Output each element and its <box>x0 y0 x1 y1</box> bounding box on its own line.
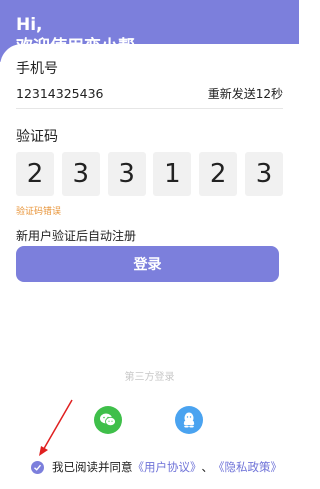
greeting-text: Hi, <box>16 15 43 35</box>
red-pointer-arrow-icon <box>39 399 73 456</box>
login-button[interactable]: 登录 <box>16 246 279 282</box>
code-digit-box[interactable]: 2 <box>199 152 238 196</box>
third-party-login-label: 第三方登录 <box>124 372 175 383</box>
qq-login-button[interactable] <box>175 406 203 434</box>
code-error-text: 验证码错误 <box>16 207 62 217</box>
resend-code-button[interactable]: 重新发送12秒 <box>208 86 283 102</box>
code-digit-box[interactable]: 1 <box>153 152 192 196</box>
code-digit-box[interactable]: 3 <box>107 152 146 196</box>
agreement-checkbox[interactable] <box>31 460 44 474</box>
wechat-icon <box>100 413 116 427</box>
phone-divider <box>16 108 283 109</box>
qq-icon <box>183 412 195 428</box>
verify-code-label: 验证码 <box>16 129 58 145</box>
code-digit-box[interactable]: 3 <box>244 152 283 196</box>
agreement-row: 我已阅读并同意 《用户协议》 、 《隐私政策》 <box>31 459 282 475</box>
phone-input[interactable]: 12314325436 <box>16 86 103 102</box>
phone-label: 手机号 <box>16 61 58 77</box>
code-digit-box[interactable]: 2 <box>16 152 54 196</box>
auto-register-hint: 新用户验证后自动注册 <box>16 229 137 243</box>
wechat-login-button[interactable] <box>94 406 122 434</box>
checkmark-icon <box>34 464 42 471</box>
verify-code-input[interactable]: 2 3 3 1 2 3 <box>16 152 283 196</box>
code-digit-box[interactable]: 3 <box>61 152 100 196</box>
agreement-separator: 、 <box>201 460 214 474</box>
privacy-policy-link[interactable]: 《隐私政策》 <box>213 459 282 475</box>
agreement-prefix-text: 我已阅读并同意 <box>52 460 133 474</box>
user-agreement-link[interactable]: 《用户协议》 <box>133 459 202 475</box>
